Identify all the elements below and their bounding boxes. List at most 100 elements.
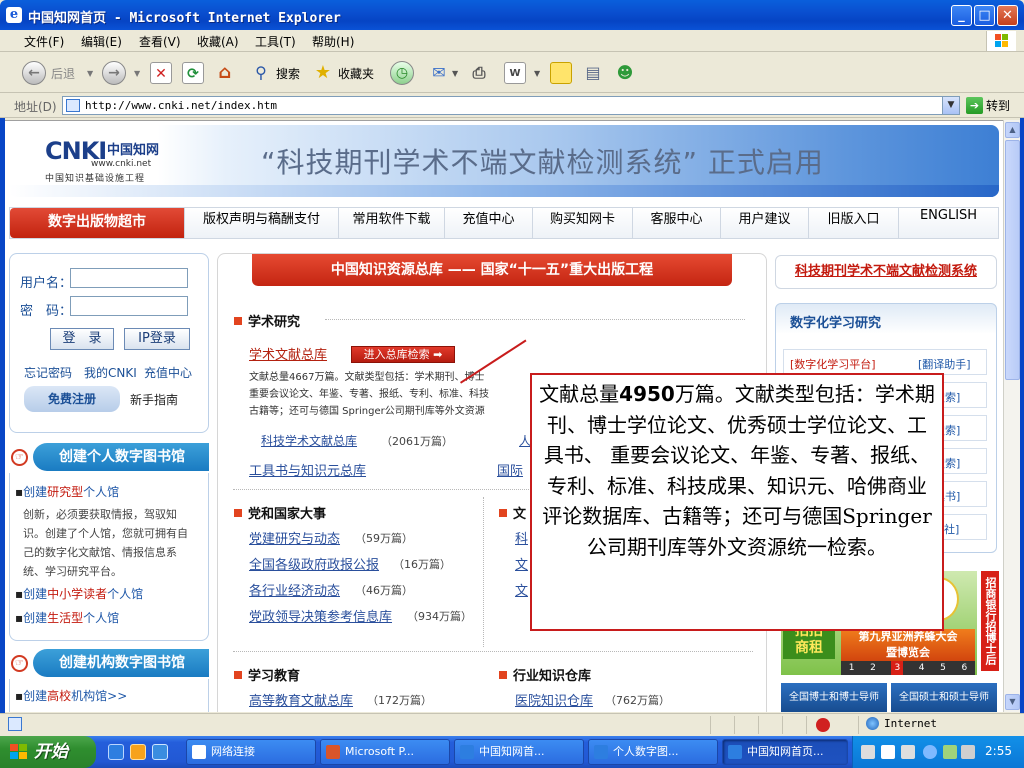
bank-postdoc-ad[interactable]: 招商银行招博士后 — [981, 571, 999, 671]
stop-button[interactable]: ✕ — [150, 60, 172, 86]
history-button[interactable]: ◷ — [390, 60, 414, 86]
close-button[interactable]: ✕ — [997, 5, 1018, 26]
enter-search-button[interactable]: 进入总库检索 ➡ — [351, 346, 455, 363]
popup-blocked-icon[interactable] — [816, 718, 830, 732]
status-bar: Internet — [0, 713, 1024, 735]
forgot-password-link[interactable]: 忘记密码 — [24, 364, 72, 381]
ad-page-5[interactable]: 5 — [940, 661, 946, 675]
task-network-connections[interactable]: 网络连接 — [186, 739, 316, 765]
culture-title: 文 — [499, 503, 526, 522]
cnki-logo[interactable]: CNKI 中国知网 www.cnki.net 中国知识基础设施工程 — [45, 137, 171, 184]
create-university-library[interactable]: ▪创建高校机构馆>> — [15, 687, 127, 704]
higher-education-link[interactable]: 高等教育文献总库 — [249, 690, 353, 709]
register-button[interactable]: 免费注册 — [24, 386, 120, 412]
desktop-quicklaunch-icon[interactable] — [152, 744, 168, 760]
create-research-library[interactable]: ▪创建研究型个人馆 — [15, 483, 119, 500]
hospital-knowledge-link[interactable]: 医院知识仓库 — [515, 690, 593, 709]
login-button[interactable]: 登 录 — [50, 328, 114, 350]
research-button[interactable]: ▤ — [582, 60, 604, 86]
maximize-button[interactable]: □ — [974, 5, 995, 26]
ad-page-4[interactable]: 4 — [919, 661, 925, 675]
task-personal-library[interactable]: 个人数字图... — [588, 739, 718, 765]
forward-button[interactable]: → ▼ — [102, 60, 140, 86]
print-button[interactable]: ⎙ — [468, 60, 490, 86]
org-library-header[interactable]: ☞ 创建机构数字图书馆 — [7, 649, 209, 677]
refresh-button[interactable]: ⟳ — [182, 60, 204, 86]
menu-file[interactable]: 文件(F) — [24, 33, 64, 50]
newbie-guide-link[interactable]: 新手指南 — [130, 391, 178, 408]
plagiarism-detection-link[interactable]: 科技期刊学术不端文献检测系统 — [775, 255, 997, 289]
phd-supervisor-ad[interactable]: 全国博士和博士导师 — [781, 683, 887, 712]
volume-tray-icon[interactable] — [961, 745, 975, 759]
my-cnki-link[interactable]: 我的CNKI — [84, 364, 137, 381]
scroll-down-icon[interactable]: ▼ — [1005, 694, 1020, 710]
vertical-scrollbar[interactable]: ▲ ▼ — [1003, 120, 1020, 712]
nav-buy-card[interactable]: 购买知网卡 — [532, 208, 632, 238]
international-link[interactable]: 国际 — [497, 460, 523, 479]
home-button[interactable]: ⌂ — [214, 60, 236, 86]
nav-suggest[interactable]: 用户建议 — [720, 208, 808, 238]
create-life-library[interactable]: ▪创建生活型个人馆 — [15, 609, 119, 626]
ad-page-1[interactable]: 1 — [849, 661, 855, 675]
create-student-library[interactable]: ▪创建中小学读者个人馆 — [15, 585, 143, 602]
menu-help[interactable]: 帮助(H) — [312, 33, 354, 50]
ad-page-3[interactable]: 3 — [891, 661, 904, 675]
culture-link-2[interactable]: 文 — [515, 554, 528, 573]
nav-recharge[interactable]: 充值中心 — [444, 208, 532, 238]
network-tray-icon[interactable] — [943, 745, 957, 759]
nav-copyright[interactable]: 版权声明与稿酬支付 — [184, 208, 338, 238]
back-button[interactable]: ← 后退 ▼ — [22, 60, 93, 86]
window-title: 中国知网首页 - Microsoft Internet Explorer — [28, 11, 341, 26]
scroll-up-icon[interactable]: ▲ — [1005, 122, 1020, 138]
username-input[interactable] — [70, 268, 188, 288]
digital-learning-row[interactable]: [数字化学习平台] [翻译助手] — [783, 349, 987, 375]
ad-page-2[interactable]: 2 — [870, 661, 876, 675]
reference-knowledge-link[interactable]: 工具书与知识元总库 — [249, 460, 366, 479]
party-research-link[interactable]: 党建研究与动态 — [249, 528, 340, 547]
menu-favorites[interactable]: 收藏(A) — [197, 33, 239, 50]
academic-literature-link[interactable]: 学术文献总库 — [249, 344, 327, 363]
master-supervisor-ad[interactable]: 全国硕士和硕士导师 — [891, 683, 997, 712]
edit-button[interactable]: W ▼ — [504, 60, 540, 86]
go-button[interactable]: ➔ 转到 — [966, 97, 1010, 114]
keyboard-tray-icon[interactable] — [861, 745, 875, 759]
ie-quicklaunch-icon[interactable] — [108, 744, 124, 760]
favorites-button[interactable]: ★ 收藏夹 — [312, 60, 374, 86]
start-button[interactable]: 开始 — [0, 736, 96, 768]
nav-english[interactable]: ENGLISH — [898, 208, 998, 238]
input-tray-icon[interactable] — [901, 745, 915, 759]
menu-view[interactable]: 查看(V) — [139, 33, 181, 50]
sci-tech-literature-link[interactable]: 科技学术文献总库 — [261, 432, 357, 449]
task-powerpoint[interactable]: Microsoft P... — [320, 739, 450, 765]
arrow-tray-icon[interactable] — [923, 745, 937, 759]
recharge-link[interactable]: 充值中心 — [144, 364, 192, 381]
discuss-button[interactable] — [550, 60, 572, 86]
culture-link-3[interactable]: 文 — [515, 580, 528, 599]
outlook-quicklaunch-icon[interactable] — [130, 744, 146, 760]
task-cnki-1[interactable]: 中国知网首... — [454, 739, 584, 765]
search-button[interactable]: ⚲ 搜索 — [250, 60, 300, 86]
menu-edit[interactable]: 编辑(E) — [81, 33, 122, 50]
decision-reference-link[interactable]: 党政领导决策参考信息库 — [249, 606, 392, 625]
address-input[interactable]: http://www.cnki.net/index.htm ▼ — [62, 96, 960, 115]
nav-service[interactable]: 客服中心 — [632, 208, 720, 238]
org-library-title: 创建机构数字图书馆 — [33, 649, 209, 677]
address-dropdown-icon[interactable]: ▼ — [942, 97, 959, 114]
help-tray-icon[interactable] — [881, 745, 895, 759]
ip-login-button[interactable]: IP登录 — [124, 328, 190, 350]
ad-page-6[interactable]: 6 — [961, 661, 967, 675]
password-input[interactable] — [70, 296, 188, 316]
culture-link-1[interactable]: 科 — [515, 528, 528, 547]
scroll-thumb[interactable] — [1005, 140, 1020, 380]
messenger-button[interactable]: ☻ — [614, 60, 636, 86]
industry-economy-link[interactable]: 各行业经济动态 — [249, 580, 340, 599]
nav-digital-publication-market[interactable]: 数字出版物超市 — [10, 208, 184, 238]
menu-tools[interactable]: 工具(T) — [255, 33, 296, 50]
mail-button[interactable]: ✉ ▼ — [428, 60, 458, 86]
personal-library-header[interactable]: ☞ 创建个人数字图书馆 — [7, 443, 209, 471]
minimize-button[interactable]: _ — [951, 5, 972, 26]
task-cnki-active[interactable]: 中国知网首页... — [722, 739, 848, 765]
government-bulletin-link[interactable]: 全国各级政府政报公报 — [249, 554, 379, 573]
nav-software[interactable]: 常用软件下载 — [338, 208, 444, 238]
nav-old-version[interactable]: 旧版入口 — [808, 208, 898, 238]
